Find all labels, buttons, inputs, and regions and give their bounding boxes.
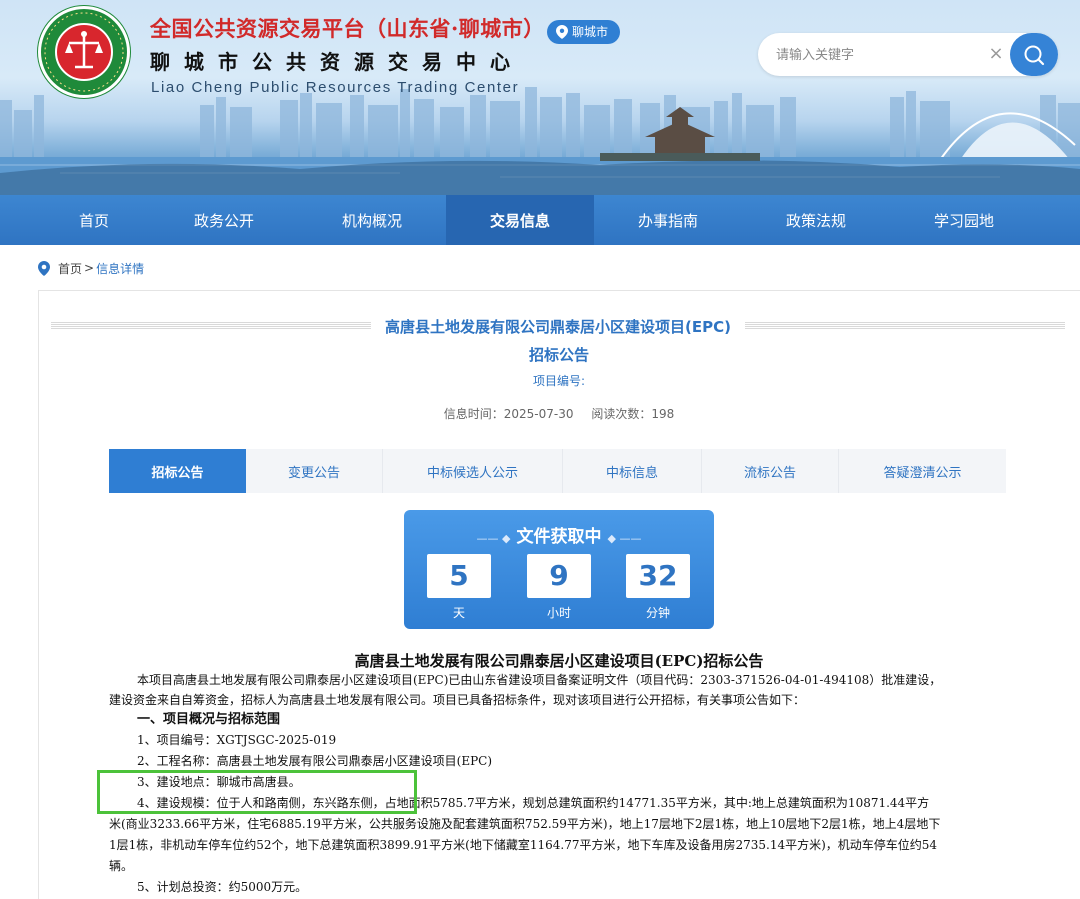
nav-item-home[interactable]: 首页 <box>38 195 150 245</box>
article-title-row: 高唐县土地发展有限公司鼎泰居小区建设项目(EPC) <box>51 316 1065 336</box>
breadcrumb-current[interactable]: 信息详情 <box>96 260 144 277</box>
platform-title: 全国公共资源交易平台（山东省·聊城市） <box>150 16 545 41</box>
countdown-minutes: 32 <box>626 554 690 598</box>
city-skyline-illustration <box>0 87 1080 195</box>
main-nav: 首页 政务公开 机构概况 交易信息 办事指南 政策法规 学习园地 <box>0 195 1080 245</box>
city-selector-label: 聊城市 <box>572 25 609 39</box>
nav-item-service-guide[interactable]: 办事指南 <box>594 195 742 245</box>
notice-tabs: 招标公告 变更公告 中标候选人公示 中标信息 流标公告 答疑澄清公示 <box>109 449 1006 493</box>
center-title-english: Liao Cheng Public Resources Trading Cent… <box>151 79 520 96</box>
tab-change-notice[interactable]: 变更公告 <box>246 449 383 493</box>
countdown-deco-left: —— ◆ <box>476 532 511 545</box>
center-title: 聊城市公共资源交易中心 <box>150 50 524 74</box>
breadcrumb-separator: > <box>84 261 95 275</box>
breadcrumb-home-link[interactable]: 首页 <box>58 260 82 277</box>
breadcrumb: 首页 > 信息详情 <box>38 259 144 277</box>
countdown-deco-right: ◆ —— <box>607 532 642 545</box>
tab-failed-tender[interactable]: 流标公告 <box>702 449 839 493</box>
search-box: × <box>758 33 1058 76</box>
highlight-annotation-box <box>97 770 417 814</box>
article-title: 高唐县土地发展有限公司鼎泰居小区建设项目(EPC) <box>371 316 745 336</box>
countdown-days-unit: 天 <box>452 606 465 620</box>
countdown-hours-unit: 小时 <box>546 606 571 620</box>
countdown-hours: 9 <box>527 554 591 598</box>
document-paragraph-line: 本项目高唐县土地发展有限公司鼎泰居小区建设项目(EPC)已由山东省建设项目备案证… <box>137 673 942 687</box>
tab-qa-clarification[interactable]: 答疑澄清公示 <box>839 449 1006 493</box>
read-count: 阅读次数：198 <box>591 407 675 421</box>
search-button[interactable] <box>1010 33 1058 76</box>
tab-candidate-notice[interactable]: 中标候选人公示 <box>383 449 563 493</box>
document-title: 高唐县土地发展有限公司鼎泰居小区建设项目(EPC)招标公告 <box>354 652 764 670</box>
project-code: 项目编号: <box>532 374 586 388</box>
document-item: 2、工程名称：高唐县土地发展有限公司鼎泰居小区建设项目(EPC) <box>137 754 493 768</box>
header-banner: 全国公共资源交易平台（山东省·聊城市） 聊城市公共资源交易中心 Liao Che… <box>0 0 1080 195</box>
center-logo[interactable] <box>38 6 130 98</box>
countdown-minutes-unit: 分钟 <box>645 606 670 620</box>
nav-item-policies[interactable]: 政策法规 <box>742 195 890 245</box>
countdown-days: 5 <box>427 554 491 598</box>
document-paragraph-line: 建设资金来自自筹资金，招标人为高唐县土地发展有限公司。项目已具备招标条件，现对该… <box>109 693 806 707</box>
tab-tender-notice[interactable]: 招标公告 <box>109 449 246 493</box>
location-pin-icon <box>556 25 568 39</box>
nav-item-government-affairs[interactable]: 政务公开 <box>150 195 298 245</box>
article-subtitle: 招标公告 <box>528 346 589 364</box>
section-heading: 一、项目概况与招标范围 <box>137 712 281 727</box>
nav-item-organization[interactable]: 机构概况 <box>298 195 446 245</box>
clear-icon[interactable]: × <box>986 42 1006 66</box>
tab-award-info[interactable]: 中标信息 <box>563 449 702 493</box>
document-item: 5、计划总投资：约5000万元。 <box>137 880 308 894</box>
location-pin-icon <box>38 260 50 276</box>
search-input[interactable] <box>776 44 976 66</box>
info-time: 信息时间：2025-07-30 <box>443 407 574 421</box>
article-container: 高唐县土地发展有限公司鼎泰居小区建设项目(EPC) 招标公告 项目编号: 信息时… <box>38 290 1080 899</box>
countdown-panel: —— ◆ 文件获取中 ◆ —— 5 天 9 小时 32 分钟 <box>404 510 714 629</box>
countdown-title: 文件获取中 <box>516 527 602 547</box>
countdown-title-row: —— ◆ 文件获取中 ◆ —— <box>404 522 714 547</box>
document-item: 1、项目编号：XGTJSGC-2025-019 <box>137 733 337 747</box>
city-selector-button[interactable]: 聊城市 <box>547 20 621 44</box>
nav-item-trading-info[interactable]: 交易信息 <box>446 195 594 245</box>
scale-of-justice-icon <box>65 31 103 69</box>
nav-item-learning[interactable]: 学习园地 <box>890 195 1038 245</box>
document-paragraph-line: 米(商业3233.66平方米，住宅6885.19平方米，公共服务设施及配套建筑面… <box>109 817 941 831</box>
document-paragraph-line: 1层1栋，非机动车停车位约52个，地下总建筑面积3899.91平方米(地下储藏室… <box>109 838 938 852</box>
document-paragraph-line: 辆。 <box>109 859 134 873</box>
article-meta: 信息时间：2025-07-30 阅读次数：198 <box>39 405 1079 422</box>
search-icon <box>1024 45 1045 65</box>
